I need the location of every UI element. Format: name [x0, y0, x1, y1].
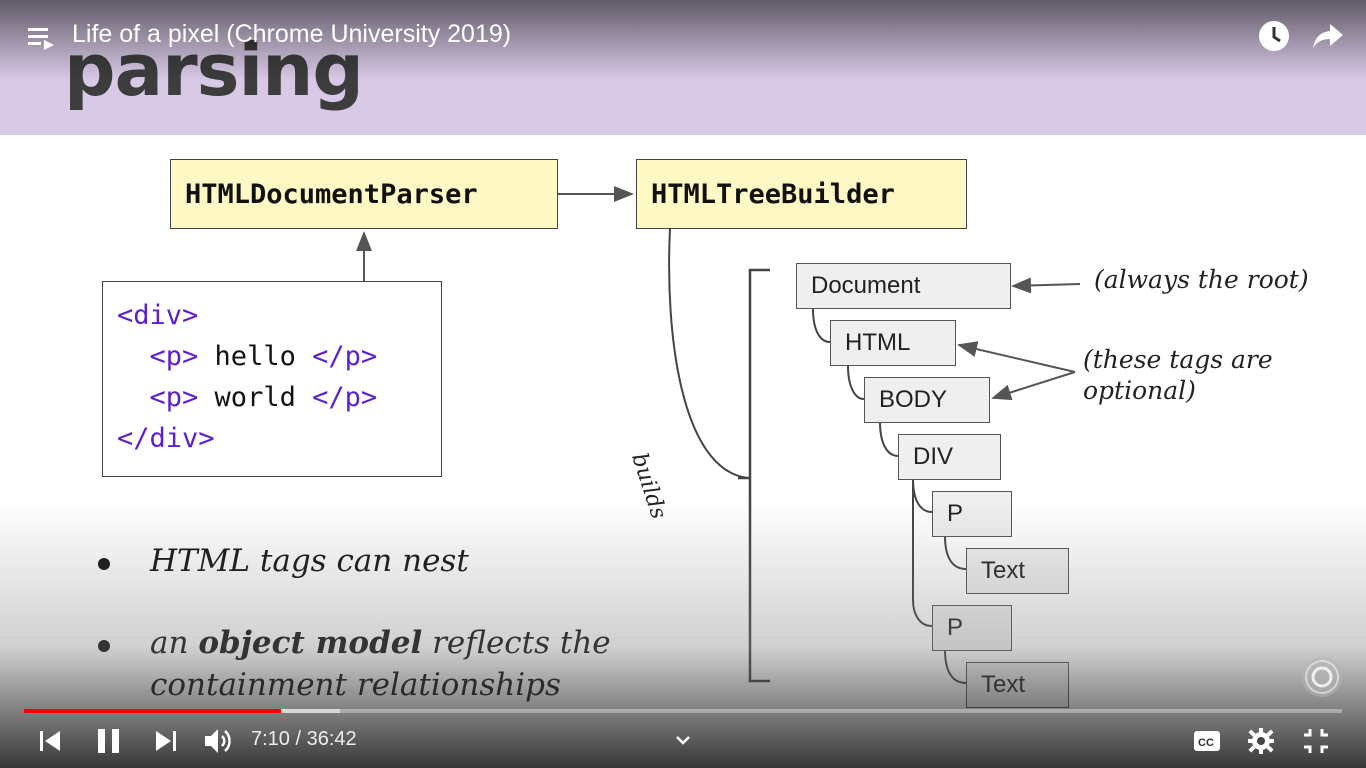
progress-played	[24, 709, 281, 713]
note-always-root: (always the root)	[1094, 265, 1309, 294]
code-tag: <p>	[149, 341, 199, 372]
code-sample-box: <div> <p> hello </p> <p> world </p> </di…	[102, 281, 442, 477]
volume-icon[interactable]	[203, 726, 235, 760]
bullet-2: an object model reflects the containment…	[150, 622, 611, 706]
video-player[interactable]: parsing HTMLDocumentParser HTMLTreeBuild…	[0, 0, 1366, 768]
code-line-2: <p> hello </p>	[117, 341, 378, 372]
tree-node-p: P	[932, 605, 1012, 651]
bullet-1: HTML tags can nest	[150, 543, 469, 579]
bullet-2-post: reflects the	[422, 625, 611, 661]
code-tag: </div>	[117, 423, 215, 454]
bullet-2-pre: an	[150, 625, 199, 661]
code-line-1: <div>	[117, 300, 198, 331]
code-text: world	[198, 382, 313, 413]
playlist-icon[interactable]	[28, 26, 56, 54]
html-tree-builder-box: HTMLTreeBuilder	[636, 159, 967, 229]
video-title[interactable]: Life of a pixel (Chrome University 2019)	[72, 20, 511, 49]
note-optional-line1: (these tags are	[1083, 345, 1273, 374]
chevron-down-icon[interactable]	[675, 731, 691, 750]
svg-text:CC: CC	[1198, 737, 1214, 749]
skip-next-icon[interactable]	[154, 729, 178, 757]
tree-node-body: BODY	[864, 377, 990, 423]
tree-node-document: Document	[796, 263, 1011, 309]
code-tag: <p>	[149, 382, 199, 413]
bullet-2-bold: object model	[198, 625, 423, 661]
code-text: hello	[198, 341, 313, 372]
share-icon[interactable]	[1312, 22, 1344, 54]
tree-node-html: HTML	[830, 320, 956, 366]
tree-node-text: Text	[966, 662, 1069, 708]
bullet-dot	[98, 558, 110, 570]
pause-icon[interactable]	[96, 727, 122, 759]
html-document-parser-box: HTMLDocumentParser	[170, 159, 558, 229]
gear-icon[interactable]	[1247, 727, 1275, 759]
code-line-4: </div>	[117, 423, 215, 454]
code-tag: <div>	[117, 300, 199, 331]
code-tag: </p>	[312, 341, 378, 372]
progress-bar[interactable]	[24, 709, 1342, 713]
code-line-3: <p> world </p>	[117, 382, 378, 413]
chrome-logo-icon	[1302, 657, 1342, 697]
code-tag: </p>	[312, 382, 378, 413]
tree-node-text: Text	[966, 548, 1069, 594]
clock-icon[interactable]	[1258, 20, 1290, 56]
note-optional-line2: optional)	[1083, 376, 1196, 405]
skip-previous-icon[interactable]	[38, 729, 62, 757]
tree-node-p: P	[932, 491, 1012, 537]
exit-fullscreen-icon[interactable]	[1302, 727, 1330, 759]
captions-icon[interactable]: CC	[1193, 729, 1221, 757]
bullet-2-line2: containment relationships	[150, 667, 561, 703]
time-display: 7:10 / 36:42	[251, 728, 357, 750]
tree-node-div: DIV	[898, 434, 1001, 480]
bullet-dot	[98, 640, 110, 652]
